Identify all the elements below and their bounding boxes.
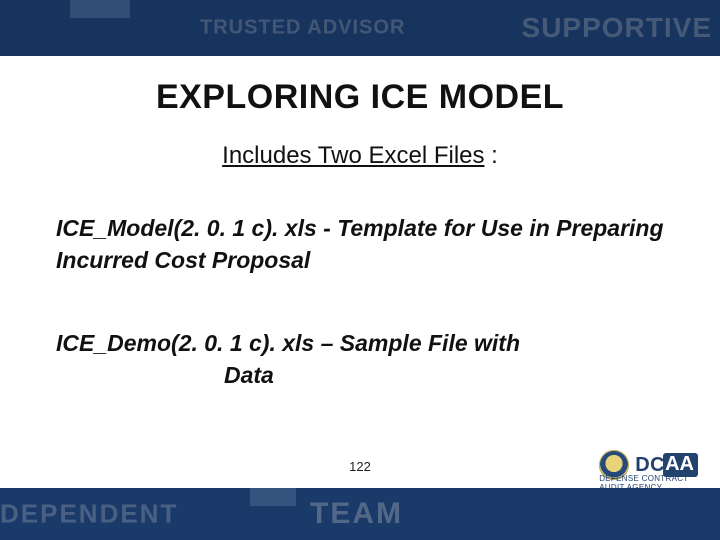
slide-title: EXPLORING ICE MODEL bbox=[0, 78, 720, 117]
top-band-text-1: TRUSTED ADVISOR bbox=[200, 17, 405, 40]
body-paragraph-1: ICE_Model(2. 0. 1 c). xls - Template for… bbox=[56, 213, 676, 276]
bottom-band-text-1: INDEPENDENT bbox=[0, 499, 178, 530]
body-paragraph-2-line2: Data bbox=[56, 360, 676, 392]
dcaa-logo: DCAA DEFENSE CONTRACT AUDIT AGENCY bbox=[599, 450, 698, 480]
top-band: TRUSTED ADVISOR SUPPORTIVE bbox=[0, 0, 720, 56]
bottom-band: INDEPENDENT TEAM bbox=[0, 488, 720, 540]
top-band-text-2: SUPPORTIVE bbox=[522, 12, 712, 44]
bottom-band-text-2: TEAM bbox=[310, 497, 403, 531]
slide-subtitle: Includes Two Excel Files : bbox=[0, 142, 720, 170]
bottom-accent-bar bbox=[250, 488, 296, 506]
body-paragraph-2: ICE_Demo(2. 0. 1 c). xls – Sample File w… bbox=[56, 328, 676, 391]
top-accent-bar bbox=[70, 0, 130, 18]
subtitle-underlined: Includes Two Excel Files bbox=[222, 142, 484, 169]
slide: TRUSTED ADVISOR SUPPORTIVE EXPLORING ICE… bbox=[0, 0, 720, 540]
subtitle-trailer: : bbox=[485, 142, 498, 169]
body-paragraph-2-line1: ICE_Demo(2. 0. 1 c). xls – Sample File w… bbox=[56, 330, 520, 356]
